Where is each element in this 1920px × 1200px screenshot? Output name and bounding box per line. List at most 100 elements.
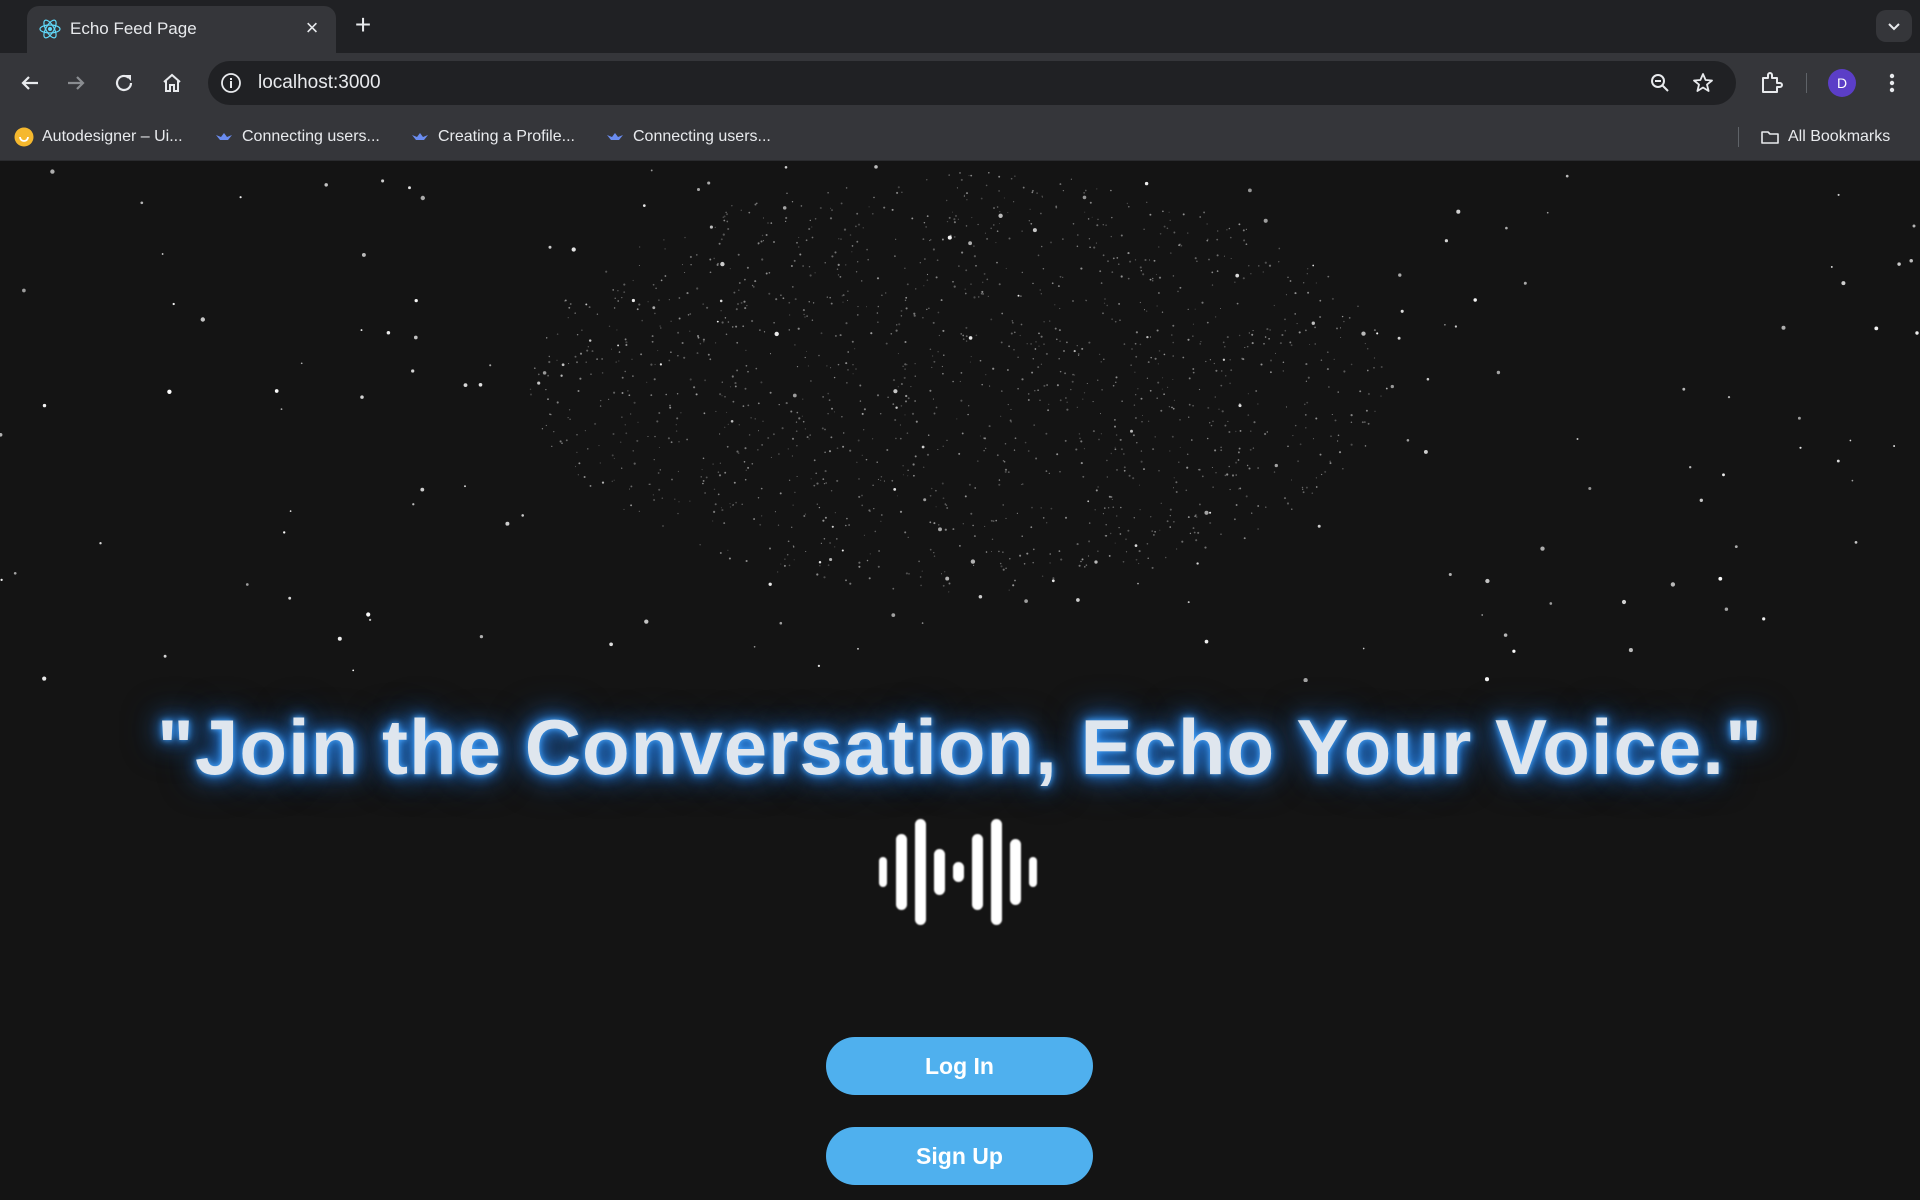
star: [959, 380, 961, 383]
star: [842, 445, 845, 448]
star: [628, 488, 631, 490]
star: [989, 385, 991, 387]
star: [863, 534, 865, 536]
star: [1169, 219, 1171, 222]
forward-icon[interactable]: [62, 69, 90, 97]
star: [1188, 403, 1191, 406]
star: [1162, 210, 1164, 213]
sign-up-button[interactable]: Sign Up: [826, 1127, 1093, 1185]
log-in-button[interactable]: Log In: [826, 1037, 1093, 1095]
star: [920, 584, 922, 587]
star: [1156, 329, 1159, 332]
star: [768, 582, 772, 586]
star: [1576, 438, 1579, 440]
star: [478, 382, 483, 387]
star: [1066, 401, 1068, 403]
star: [1374, 410, 1376, 412]
star: [702, 482, 704, 485]
star: [831, 525, 834, 528]
url-text[interactable]: localhost:3000: [258, 72, 381, 94]
star: [1215, 369, 1218, 372]
star: [754, 418, 756, 420]
extensions-icon[interactable]: [1757, 69, 1785, 97]
star: [545, 388, 547, 391]
star: [1118, 263, 1120, 265]
star: [1303, 282, 1305, 284]
star: [647, 301, 649, 303]
star: [797, 236, 800, 239]
star: [1125, 538, 1127, 541]
star: [658, 446, 660, 448]
star: [1076, 245, 1079, 248]
star: [1296, 323, 1298, 325]
star: [762, 240, 764, 242]
all-bookmarks-button[interactable]: All Bookmarks: [1760, 125, 1890, 149]
tab-search-button[interactable]: [1876, 10, 1912, 42]
active-tab[interactable]: Echo Feed Page ×: [27, 6, 336, 53]
star: [787, 540, 790, 543]
star: [1211, 271, 1214, 274]
profile-avatar[interactable]: D: [1828, 69, 1856, 97]
bookmark-item[interactable]: Connecting users...: [605, 125, 771, 149]
star: [975, 264, 977, 267]
star: [1367, 392, 1370, 396]
star: [674, 498, 676, 500]
bookmark-star-icon[interactable]: [1691, 71, 1715, 95]
star: [802, 309, 805, 312]
star: [1454, 325, 1458, 328]
tab-close-icon[interactable]: ×: [299, 15, 325, 41]
star: [736, 369, 739, 372]
star: [842, 432, 845, 434]
star: [1046, 384, 1048, 386]
star: [651, 335, 654, 338]
star: [1036, 192, 1038, 194]
star: [891, 479, 894, 482]
star: [874, 530, 877, 533]
info-icon[interactable]: [219, 71, 243, 95]
bookmark-item[interactable]: Creating a Profile...: [410, 125, 575, 149]
star: [794, 344, 796, 346]
star: [935, 276, 938, 279]
bookmark-item[interactable]: Connecting users...: [214, 125, 380, 149]
star: [742, 325, 745, 328]
star: [1197, 531, 1200, 534]
star: [1075, 448, 1078, 451]
star: [1337, 440, 1339, 442]
star: [1209, 511, 1212, 514]
star: [905, 296, 908, 299]
star: [1136, 442, 1138, 444]
star: [830, 207, 832, 209]
more-menu-icon[interactable]: [1878, 69, 1906, 97]
star: [851, 340, 854, 343]
star: [929, 521, 932, 524]
star: [931, 355, 934, 357]
star: [1216, 254, 1219, 257]
star: [632, 279, 634, 282]
back-icon[interactable]: [16, 69, 44, 97]
address-bar[interactable]: localhost:3000: [208, 61, 1736, 105]
star: [1289, 280, 1292, 282]
star: [1097, 550, 1099, 552]
star: [1056, 453, 1059, 456]
star: [717, 262, 719, 265]
star: [1699, 498, 1703, 502]
home-icon[interactable]: [158, 69, 186, 97]
star: [751, 284, 754, 287]
star: [1456, 209, 1461, 214]
star: [1007, 471, 1010, 474]
star: [1294, 292, 1297, 295]
star: [1059, 370, 1062, 373]
zoom-icon[interactable]: [1648, 71, 1672, 95]
star: [818, 354, 820, 357]
bookmark-item[interactable]: Autodesigner – Ui...: [14, 125, 183, 149]
reload-icon[interactable]: [110, 69, 138, 97]
star: [722, 233, 725, 236]
star: [1040, 212, 1042, 215]
star: [1173, 399, 1175, 401]
star: [849, 449, 852, 452]
star: [961, 432, 964, 435]
browser-toolbar: localhost:3000 D: [0, 53, 1920, 113]
new-tab-button[interactable]: +: [350, 11, 376, 39]
star: [1220, 308, 1221, 309]
star: [42, 676, 47, 681]
